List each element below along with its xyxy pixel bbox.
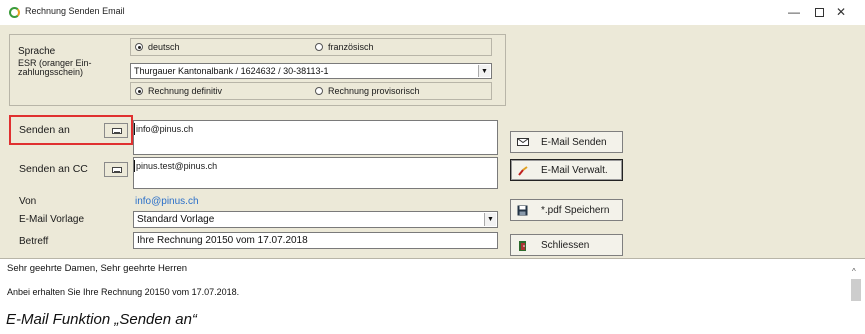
betreff-input[interactable]: Ihre Rechnung 20150 vom 17.07.2018 xyxy=(133,232,498,249)
betreff-label: Betreff xyxy=(19,236,49,247)
radio-rechnung-provisorisch[interactable]: Rechnung provisorisch xyxy=(315,86,420,96)
esr-label: ESR (oranger Ein- zahlungsschein) xyxy=(18,58,92,77)
mail-body-line: Anbei erhalten Sie Ihre Rechnung 20150 v… xyxy=(7,287,240,297)
vorlage-label: E-Mail Vorlage xyxy=(19,214,85,225)
email-verwalten-button[interactable]: E-Mail Verwalt. xyxy=(510,159,623,181)
von-value: info@pinus.ch xyxy=(135,196,199,207)
figure-caption: E-Mail Funktion „Senden an“ xyxy=(6,311,197,328)
envelope-icon xyxy=(112,128,122,134)
vorlage-select[interactable]: Standard Vorlage ▼ xyxy=(133,211,498,228)
senden-an-cc-text: pinus.test@pinus.ch xyxy=(136,161,218,171)
maximize-icon xyxy=(814,8,824,18)
exit-door-icon xyxy=(519,241,526,251)
senden-an-cc-field[interactable]: pinus.test@pinus.ch xyxy=(133,157,498,189)
rechnung-radio-group: Rechnung definitiv Rechnung provisorisch xyxy=(130,82,492,100)
senden-an-field[interactable]: info@pinus.ch xyxy=(133,120,498,155)
email-senden-button[interactable]: E-Mail Senden xyxy=(510,131,623,153)
senden-an-cc-label: Senden an CC xyxy=(19,163,88,175)
mail-body-line: Sehr geehrte Damen, Sehr geehrte Herren xyxy=(7,263,188,274)
sprache-label: Sprache xyxy=(18,46,56,57)
chevron-down-icon: ▼ xyxy=(484,213,496,226)
envelope-icon xyxy=(112,167,122,173)
floppy-disk-icon xyxy=(517,205,528,216)
pdf-speichern-button[interactable]: *.pdf Speichern xyxy=(510,199,623,221)
chevron-down-icon: ▼ xyxy=(478,65,490,77)
brush-icon xyxy=(518,166,528,176)
settings-group: Sprache deutsch französisch ESR (oranger… xyxy=(9,34,506,106)
text-caret xyxy=(134,160,135,172)
sprache-radio-group: deutsch französisch xyxy=(130,38,492,56)
minimize-button[interactable]: — xyxy=(784,4,804,20)
maximize-button[interactable] xyxy=(809,4,829,20)
text-caret xyxy=(134,123,135,135)
scrollbar-thumb[interactable] xyxy=(851,279,861,301)
senden-an-label: Senden an xyxy=(19,124,70,136)
dialog-client: Sprache deutsch französisch ESR (oranger… xyxy=(0,25,865,258)
title-bar: Rechnung Senden Email — ✕ xyxy=(0,0,865,24)
mail-body-editor[interactable]: Sehr geehrte Damen, Sehr geehrte Herren … xyxy=(0,258,865,310)
senden-an-text: info@pinus.ch xyxy=(136,124,194,134)
scroll-up-arrow[interactable]: ^ xyxy=(852,267,856,276)
radio-franzoesisch[interactable]: französisch xyxy=(315,42,374,52)
schliessen-button[interactable]: Schliessen xyxy=(510,234,623,256)
senden-an-addressbook-button[interactable] xyxy=(104,123,128,138)
radio-deutsch[interactable]: deutsch xyxy=(135,42,180,52)
senden-an-cc-addressbook-button[interactable] xyxy=(104,162,128,177)
esr-select[interactable]: Thurgauer Kantonalbank / 1624632 / 30-38… xyxy=(130,63,492,79)
window-title: Rechnung Senden Email xyxy=(25,6,125,16)
close-window-button[interactable]: ✕ xyxy=(831,4,851,20)
app-icon xyxy=(9,7,20,18)
envelope-icon xyxy=(517,138,529,146)
von-label: Von xyxy=(19,196,37,207)
radio-rechnung-definitiv[interactable]: Rechnung definitiv xyxy=(135,86,222,96)
